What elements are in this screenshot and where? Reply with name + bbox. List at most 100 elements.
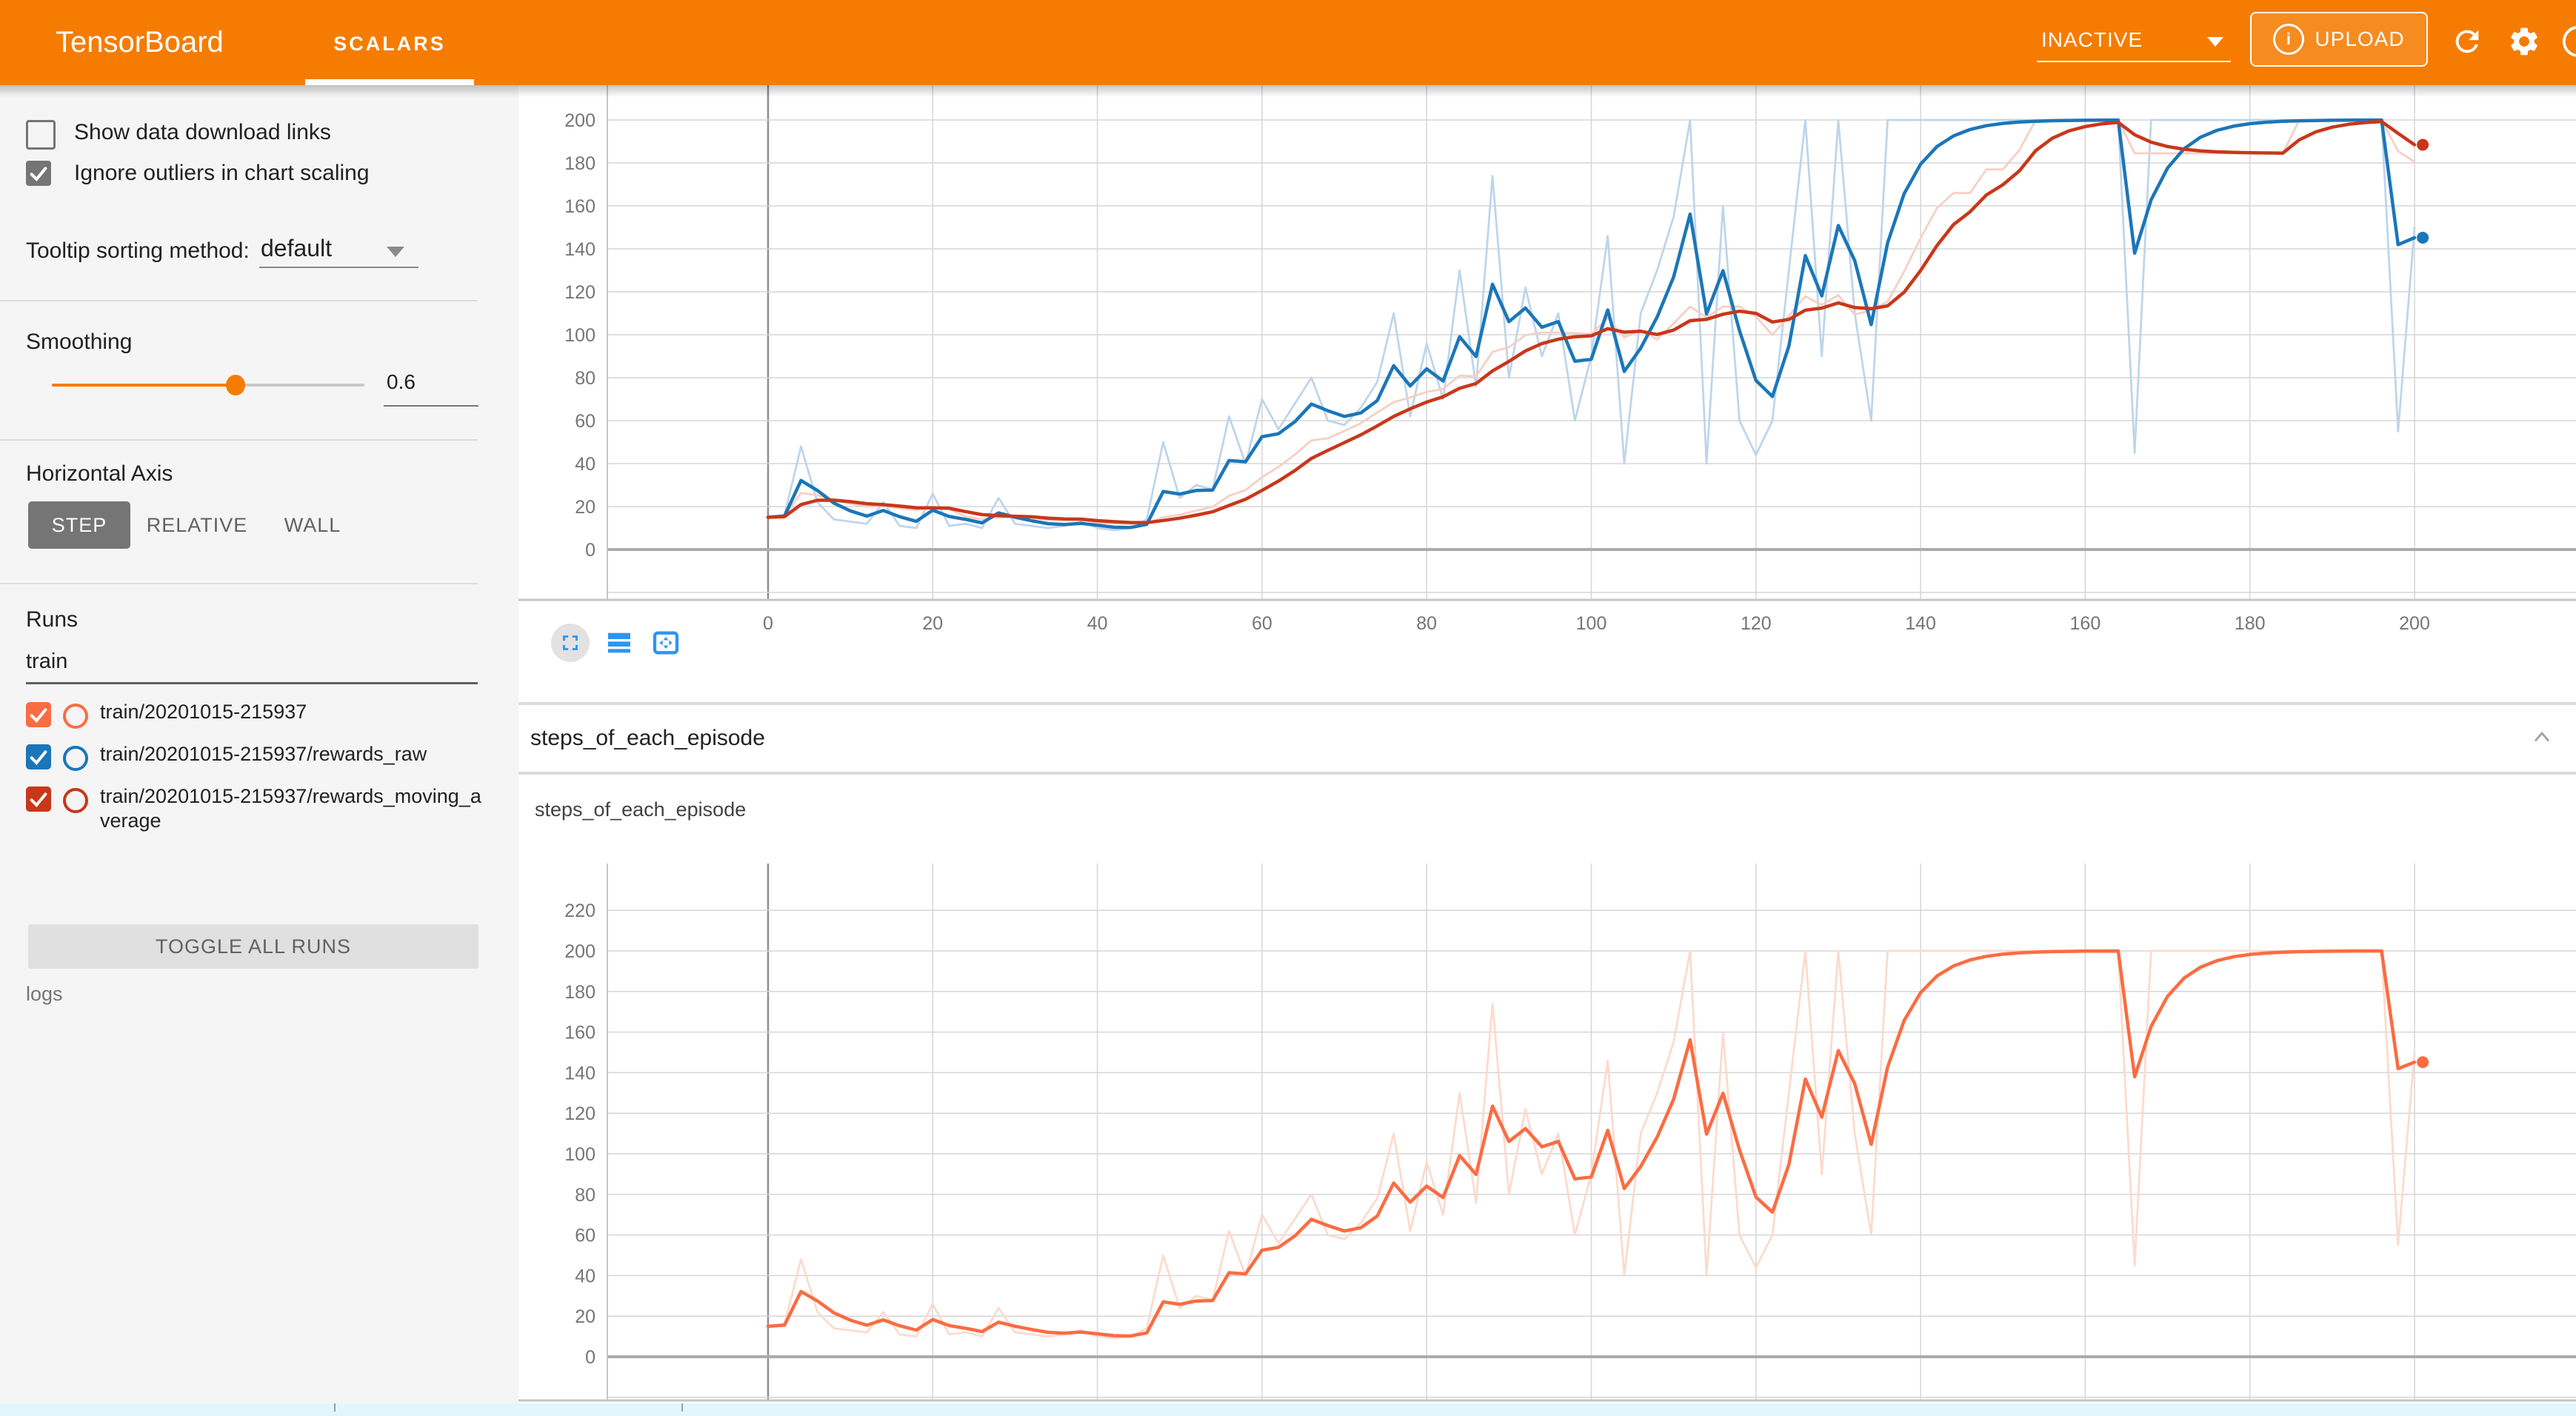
check-icon [27,745,50,769]
run-checkbox[interactable] [26,787,51,812]
toggle-all-runs-button[interactable]: TOGGLE ALL RUNS [28,924,478,969]
y-tick-label: 100 [564,1144,595,1165]
series-end-dot [2417,232,2429,244]
show-download-links-checkbox[interactable] [26,120,56,150]
run-color-circle[interactable] [63,788,88,813]
x-tick-label: 100 [1576,613,1607,634]
series-end-dot [2417,139,2429,151]
y-tick-label: 160 [564,1023,595,1043]
y-tick-label: 20 [575,1306,595,1327]
app-title: TensorBoard [56,0,224,85]
y-tick-label: 140 [564,1063,595,1083]
y-tick-label: 0 [585,540,595,561]
sidebar: Show data download links Ignore outliers… [0,85,518,1416]
check-icon [27,703,50,727]
divider [0,583,478,584]
y-tick-label: 220 [564,901,595,921]
run-label: train/20201015-215937/rewards_moving_ave… [100,784,485,833]
run-color-circle[interactable] [63,704,88,729]
x-tick-label: 20 [922,613,943,634]
y-tick-label: 40 [575,1266,595,1286]
x-tick-label: 80 [1416,613,1437,634]
run-color-circle[interactable] [63,746,88,771]
steps-chart-svg[interactable]: 020406080100120140160180200220 [518,775,2576,1403]
arrow-drop-down-icon[interactable] [387,247,404,257]
smoothing-value-input[interactable] [387,370,476,394]
help-icon[interactable] [2561,24,2576,59]
run-row: train/20201015-215937 [26,700,500,729]
y-tick-label: 120 [564,1103,595,1124]
x-tick-label: 0 [763,613,773,634]
upload-label: UPLOAD [2315,27,2404,51]
chart-title: steps_of_each_episode [535,798,746,821]
y-tick-label: 0 [585,1347,595,1368]
y-tick-label: 40 [575,454,595,475]
collapse-icon[interactable] [2529,724,2555,751]
axis-wall-button[interactable]: WALL [276,501,350,549]
app-bar: TensorBoard SCALARS INACTIVE i UPLOAD [0,0,2576,85]
y-tick-label: 100 [564,325,595,346]
section-header[interactable]: steps_of_each_episode [518,705,2576,772]
y-tick-label: 140 [564,239,595,260]
run-checkbox[interactable] [26,744,51,769]
info-icon: i [2273,24,2304,55]
smoothing-slider-thumb[interactable] [226,375,245,395]
refresh-icon[interactable] [2450,24,2484,59]
run-label: train/20201015-215937 [100,700,485,724]
arrow-drop-down-icon [2207,37,2223,47]
tab-scalars-label: SCALARS [333,33,446,55]
y-tick-label: 80 [575,368,595,389]
tooltip-strip [0,1403,2576,1416]
tooltip-sorting-underline [259,267,418,268]
y-tick-label: 180 [564,982,595,1003]
check-icon [27,161,50,185]
axis-relative-button[interactable]: RELATIVE [145,501,249,549]
run-label: train/20201015-215937/rewards_raw [100,742,485,767]
tab-scalars[interactable]: SCALARS [305,0,474,85]
axis-step-button[interactable]: STEP [28,501,130,549]
show-download-links-label: Show data download links [74,120,331,145]
gear-icon[interactable] [2507,24,2541,59]
log-scale-icon[interactable] [604,628,634,658]
section-title: steps_of_each_episode [530,726,765,751]
run-row: train/20201015-215937/rewards_raw [26,742,500,771]
series-end-dot [2417,1056,2429,1068]
run-checkbox[interactable] [26,702,51,727]
y-tick-label: 60 [575,411,595,432]
ignore-outliers-label: Ignore outliers in chart scaling [74,161,370,186]
runs-filter-input[interactable] [26,649,456,674]
y-tick-label: 80 [575,1185,595,1206]
runs-filter-underline [26,682,478,684]
tooltip-sorting-label: Tooltip sorting method: [26,238,250,264]
tooltip-sorting-select[interactable]: default [261,235,332,262]
logdir-label: logs [26,983,63,1006]
x-tick-label: 60 [1252,613,1272,634]
smoothing-slider-fill [52,384,236,387]
run-row: train/20201015-215937/rewards_moving_ave… [26,784,500,833]
y-tick-label: 180 [564,153,595,174]
upload-button[interactable]: i UPLOAD [2250,12,2428,67]
tab-active-underline [305,79,474,85]
expand-icon[interactable] [558,630,583,655]
fit-domain-icon[interactable] [649,628,683,658]
runs-label: Runs [26,607,78,632]
y-tick-label: 120 [564,282,595,303]
x-tick-label: 180 [2235,613,2266,634]
ignore-outliers-checkbox[interactable] [26,161,51,186]
y-tick-label: 200 [564,941,595,962]
y-tick-label: 160 [564,196,595,217]
x-tick-label: 160 [2070,613,2101,634]
divider [0,300,478,301]
strip-tick [334,1403,336,1412]
smoothing-value-underline [384,405,478,407]
smoothing-label: Smoothing [26,330,132,355]
x-tick-label: 200 [2399,613,2430,634]
status-underline [2037,61,2231,63]
steps-chart-card: 020406080100120140160180200220 [518,775,2576,1403]
horizontal-axis-label: Horizontal Axis [26,461,173,487]
y-tick-label: 20 [575,497,595,518]
strip-tick [681,1403,683,1412]
rewards-chart-svg[interactable]: 0204060801001201401601802000204060801001… [518,85,2576,702]
tensorboard-app: TensorBoard SCALARS INACTIVE i UPLOAD Sh… [0,0,2576,1416]
status-dropdown[interactable]: INACTIVE [2037,22,2231,61]
